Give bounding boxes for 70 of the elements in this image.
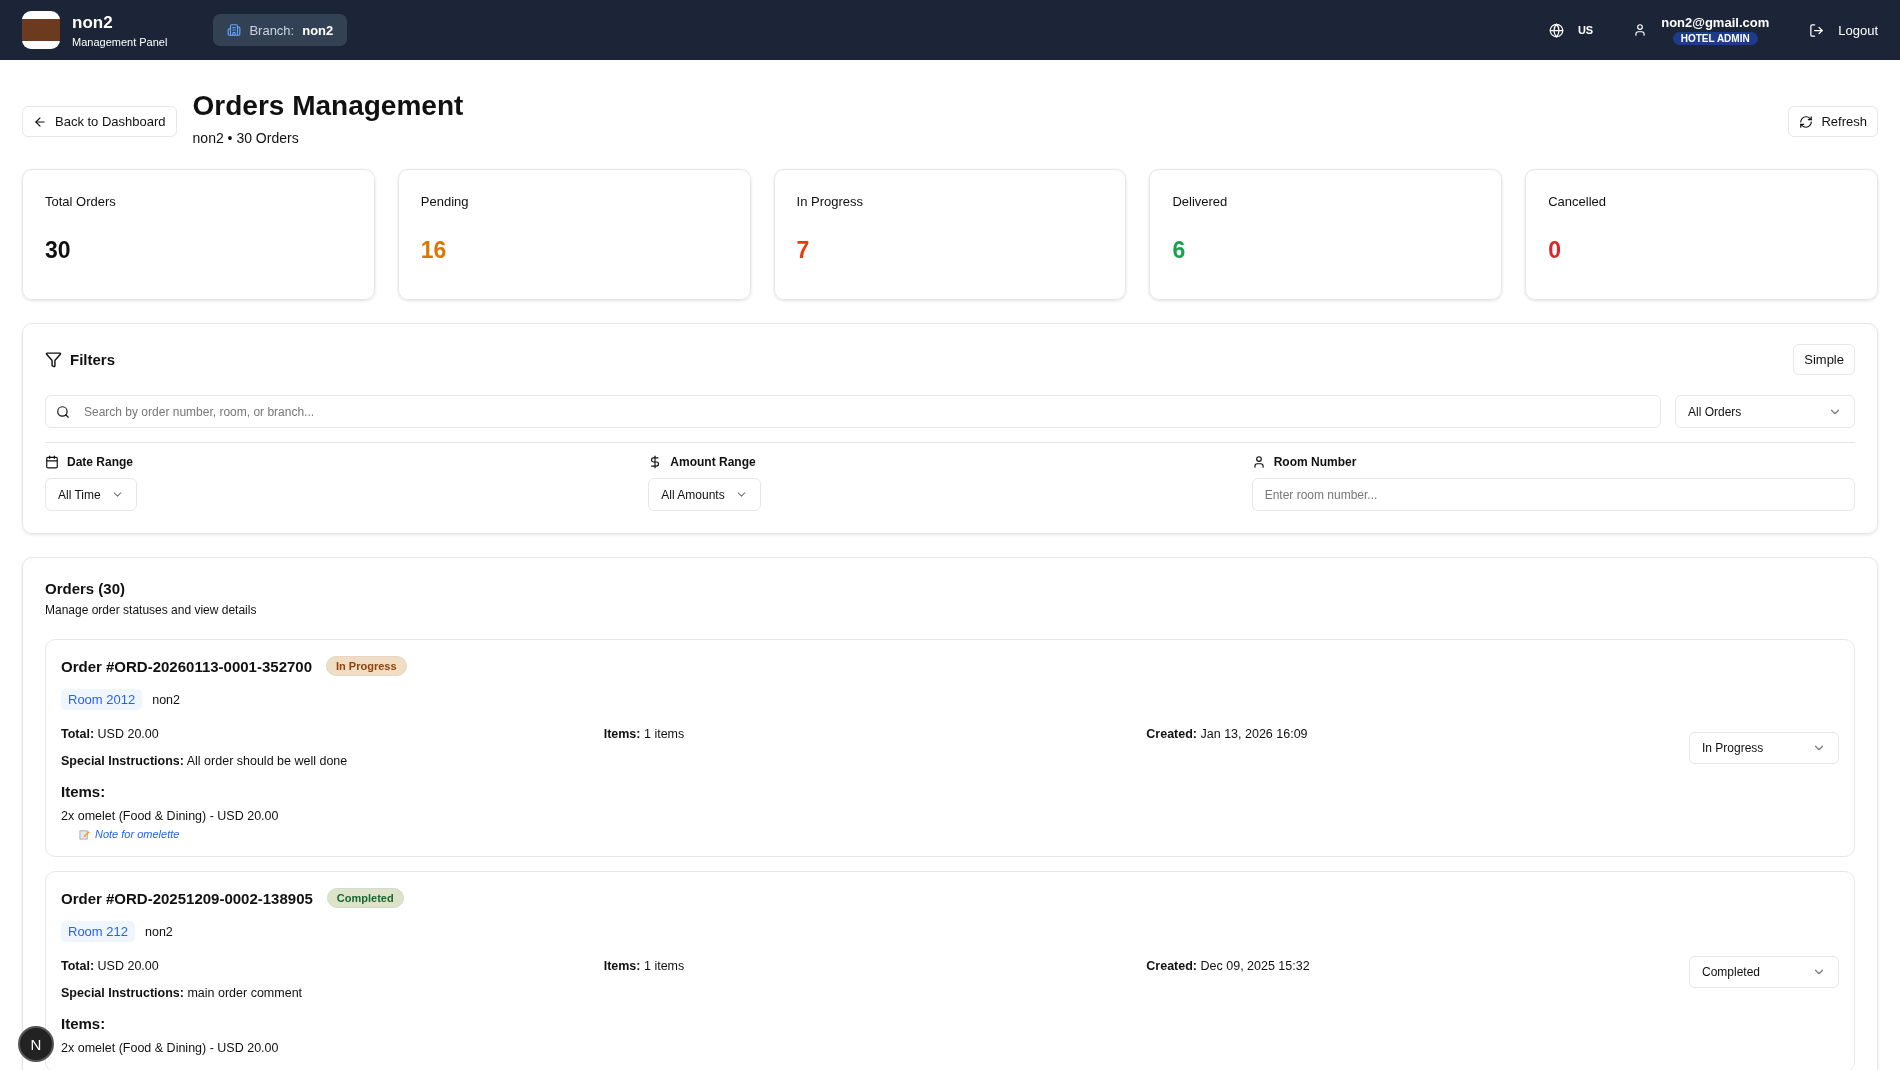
- user-email: non2@gmail.com: [1661, 15, 1770, 30]
- info-text: Special Instructions: All order should be well done: [61, 754, 349, 768]
- info-text: Created: Jan 13, 2026 16:09: [1146, 727, 1309, 741]
- date-range-dropdown[interactable]: All Time: [45, 478, 137, 511]
- brand-name: non2: [72, 12, 114, 33]
- stat-value: 0: [1548, 237, 1562, 264]
- items-heading: Items:: [61, 783, 107, 800]
- role-badge: HOTEL ADMIN: [1672, 32, 1758, 45]
- info-text: Created: Dec 09, 2025 15:32: [1146, 959, 1311, 973]
- logout-icon: [1809, 22, 1825, 38]
- brand-subtitle: Management Panel: [72, 35, 168, 48]
- room-number-field[interactable]: Enter room number...: [1251, 478, 1855, 511]
- stat-value: 7: [796, 237, 811, 264]
- user-icon: [1633, 23, 1648, 37]
- branch-text: non2: [152, 692, 181, 707]
- search-icon: [56, 405, 70, 419]
- filter-icon: [45, 351, 62, 368]
- stat-label: Delivered: [1172, 194, 1229, 209]
- logout-button[interactable]: Logout: [1809, 22, 1878, 38]
- order-number: Order #ORD-20251209-0002-138905: [61, 889, 313, 907]
- room-tag: Room 212: [61, 921, 135, 942]
- info-text: Total: USD 20.00: [61, 727, 160, 741]
- refresh-icon: [1799, 114, 1814, 129]
- stat-value: 30: [45, 237, 72, 264]
- amount-range-label: Amount Range: [670, 455, 756, 469]
- page-title: Orders Management: [192, 90, 465, 122]
- status-badge: In Progress: [326, 656, 407, 676]
- amount-range-dropdown[interactable]: All Amounts: [648, 478, 761, 511]
- info-text: Items: 1 items: [603, 959, 686, 973]
- status-dropdown[interactable]: Completed: [1689, 955, 1839, 988]
- back-button[interactable]: Back to Dashboard: [22, 106, 177, 137]
- dev-tools-button[interactable]: N: [18, 1026, 54, 1062]
- stat-label: Pending: [420, 194, 470, 209]
- stat-label: Cancelled: [1548, 194, 1607, 209]
- info-text: Special Instructions: main order comment: [61, 986, 304, 1000]
- branch-name: non2: [302, 22, 334, 38]
- refresh-button[interactable]: Refresh: [1788, 106, 1878, 137]
- date-range-label: Date Range: [67, 455, 134, 469]
- calendar-icon: [45, 455, 59, 469]
- simple-toggle-button[interactable]: Simple: [1793, 344, 1855, 375]
- user-icon: [1251, 455, 1266, 469]
- globe-icon[interactable]: [1548, 22, 1564, 38]
- info-text: Total: USD 20.00: [61, 959, 160, 973]
- items-heading: Items:: [61, 1015, 107, 1032]
- branch-label: Branch:: [249, 22, 295, 38]
- filters-title: Filters: [70, 351, 115, 368]
- stat-label: In Progress: [796, 194, 865, 209]
- info-text: Items: 1 items: [603, 727, 686, 741]
- status-badge: Completed: [326, 888, 404, 908]
- item-line: 2x omelet (Food & Dining) - USD 20.00: [61, 1041, 280, 1055]
- room-number-label: Room Number: [1273, 455, 1357, 469]
- item-line: 2x omelet (Food & Dining) - USD 20.00: [61, 809, 280, 823]
- language-label[interactable]: US: [1577, 24, 1594, 36]
- room-tag: Room 2012: [61, 689, 143, 710]
- branch-text: non2: [145, 924, 173, 939]
- stat-value: 16: [420, 237, 448, 264]
- status-dropdown[interactable]: In Progress: [1689, 732, 1839, 764]
- hotel-logo: [22, 11, 60, 49]
- building-icon: [227, 23, 242, 37]
- item-note: Note for omelette: [95, 828, 180, 840]
- stat-label: Total Orders: [45, 194, 117, 209]
- note-icon: [79, 828, 90, 840]
- stat-value: 6: [1172, 237, 1187, 264]
- orders-title: Orders (30): [45, 580, 127, 597]
- branch-chip[interactable]: Branch: non2: [213, 14, 348, 46]
- page-subtitle: non2 • 30 Orders: [192, 130, 300, 146]
- orders-subtitle: Manage order statuses and view details: [45, 603, 258, 617]
- status-dropdown[interactable]: All Orders: [1675, 395, 1855, 428]
- order-number: Order #ORD-20260113-0001-352700: [61, 657, 312, 675]
- search-field[interactable]: Search by order number, room, or branch...: [45, 395, 1661, 428]
